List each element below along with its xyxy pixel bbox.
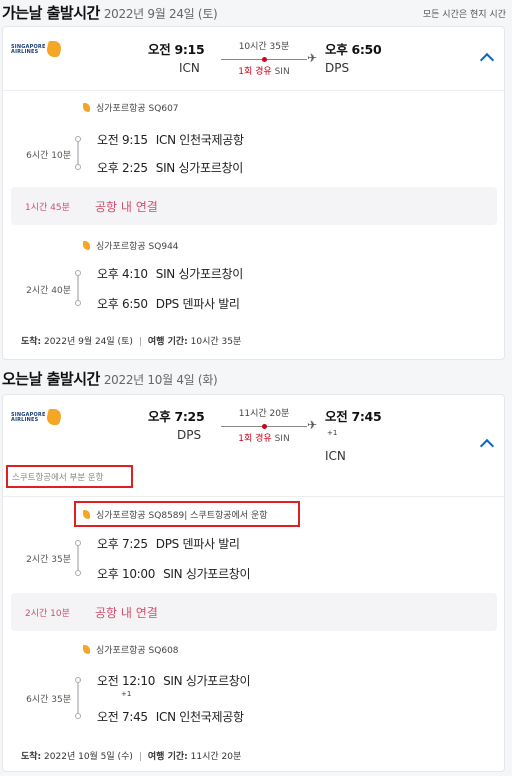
chevron-up-icon[interactable] [479,438,495,454]
connection-label: 공항 내 연결 [95,200,158,214]
inbound-title: 오는날 출발시간 2022년 10월 4일 (화) [2,370,218,388]
singapore-airlines-logo: SINGAPORE AIRLINES [11,409,63,427]
airline-wing-icon [83,510,90,519]
outbound-via: SIN [274,67,290,77]
inbound-arr-code: ICN [325,449,346,463]
inbound-seg2-dep: 오전 12:10 SIN 싱가포르창이 [97,674,251,688]
timeline-line [77,142,79,164]
inbound-seg2-airline: 싱가포르항공 SQ608 [83,643,179,656]
inbound-seg1-dep: 오후 7:25 DPS 덴파사 발리 [97,537,240,551]
plane-icon: ✈ [307,51,318,65]
connection-label: 공항 내 연결 [95,606,158,620]
outbound-dep-code: ICN [179,61,200,75]
inbound-seg2-arr: 오전 7:45 ICN 인천국제공항 [97,710,244,724]
outbound-seg1-duration: 6시간 10분 [26,151,71,161]
outbound-seg2-duration: 2시간 40분 [26,286,71,296]
inbound-stops: 1회 경유 [238,434,272,444]
outbound-arr-code: DPS [325,61,350,75]
connection-duration: 2시간 10분 [25,609,70,619]
chevron-up-icon[interactable] [479,52,495,68]
outbound-summary[interactable]: SINGAPORE AIRLINES 오전 9:15 ICN 10시간 35분 … [3,27,504,91]
outbound-section-header: 가는날 출발시간 2022년 9월 24일 (토) 모든 시간은 현지 시간 [0,2,512,24]
inbound-date: 2022년 10월 4일 (화) [103,373,218,387]
inbound-seg1-arr: 오후 10:00 SIN 싱가포르창이 [97,567,251,581]
timeline-line [77,546,79,570]
outbound-title: 가는날 출발시간 2022년 9월 24일 (토) [2,4,218,22]
inbound-seg2-plus: +1 [121,690,132,698]
connection-duration: 1시간 45분 [25,203,70,213]
outbound-arr-time: 오후 6:50 [325,42,382,57]
plane-icon: ✈ [307,418,318,432]
inbound-footer: 도착: 2022년 10월 5일 (수) | 여행 기간: 11시간 20분 [21,752,242,762]
inbound-section-header: 오는날 출발시간 2022년 10월 4일 (화) [0,368,512,390]
timeline-dot [75,713,81,719]
inbound-seg2-duration: 6시간 35분 [26,695,71,705]
inbound-flight-card: SINGAPORE AIRLINES 오후 7:25 DPS 11시간 20분 … [2,394,505,772]
timeline-dot [75,300,81,306]
inbound-dep-time: 오후 7:25 [148,409,205,424]
inbound-arr-time: 오전 7:45 [325,409,382,424]
outbound-dep-time: 오전 9:15 [148,42,205,57]
timeline-dot [75,570,81,576]
outbound-connection: 1시간 45분 공항 내 연결 [11,187,497,225]
outbound-seg2-dep: 오후 4:10 SIN 싱가포르창이 [97,267,243,281]
airline-wing-icon [83,103,90,112]
outbound-seg1-dep: 오전 9:15 ICN 인천국제공항 [97,133,244,147]
inbound-summary[interactable]: SINGAPORE AIRLINES 오후 7:25 DPS 11시간 20분 … [3,395,504,497]
airline-wing-icon [83,241,90,250]
inbound-dep-code: DPS [177,428,202,442]
airline-wing-icon [83,645,90,654]
inbound-seg1-airline: 싱가포르항공 SQ8589| 스쿠트항공에서 운항 [83,508,268,521]
stop-dot-icon [262,424,267,429]
outbound-stops: 1회 경유 [238,67,272,77]
outbound-duration: 10시간 35분 [238,42,290,52]
timeline-line [77,276,79,300]
inbound-via: SIN [274,434,290,444]
outbound-seg2-airline: 싱가포르항공 SQ944 [83,239,179,252]
inbound-connection: 2시간 10분 공항 내 연결 [11,593,497,631]
inbound-duration: 11시간 20분 [238,409,290,419]
outbound-seg1-airline: 싱가포르항공 SQ607 [83,101,179,114]
inbound-seg1-duration: 2시간 35분 [26,555,71,565]
outbound-route: 10시간 35분 1회 경유 SIN [221,39,307,77]
stop-dot-icon [262,57,267,62]
timeline-dot [75,164,81,170]
local-time-note: 모든 시간은 현지 시간 [422,10,506,20]
outbound-seg1-arr: 오후 2:25 SIN 싱가포르창이 [97,161,243,175]
outbound-footer: 도착: 2022년 9월 24일 (토) | 여행 기간: 10시간 35분 [21,337,242,347]
outbound-seg2-arr: 오후 6:50 DPS 덴파사 발리 [97,297,240,311]
inbound-route: 11시간 20분 1회 경유 SIN [221,406,307,444]
singapore-airlines-logo: SINGAPORE AIRLINES [11,41,63,59]
partial-operation-note: 스쿠트항공에서 부분 운항 [6,465,133,488]
outbound-flight-card: SINGAPORE AIRLINES 오전 9:15 ICN 10시간 35분 … [2,26,505,360]
timeline-line [77,683,79,713]
outbound-date: 2022년 9월 24일 (토) [103,7,218,21]
inbound-arr-plus: +1 [327,429,338,437]
